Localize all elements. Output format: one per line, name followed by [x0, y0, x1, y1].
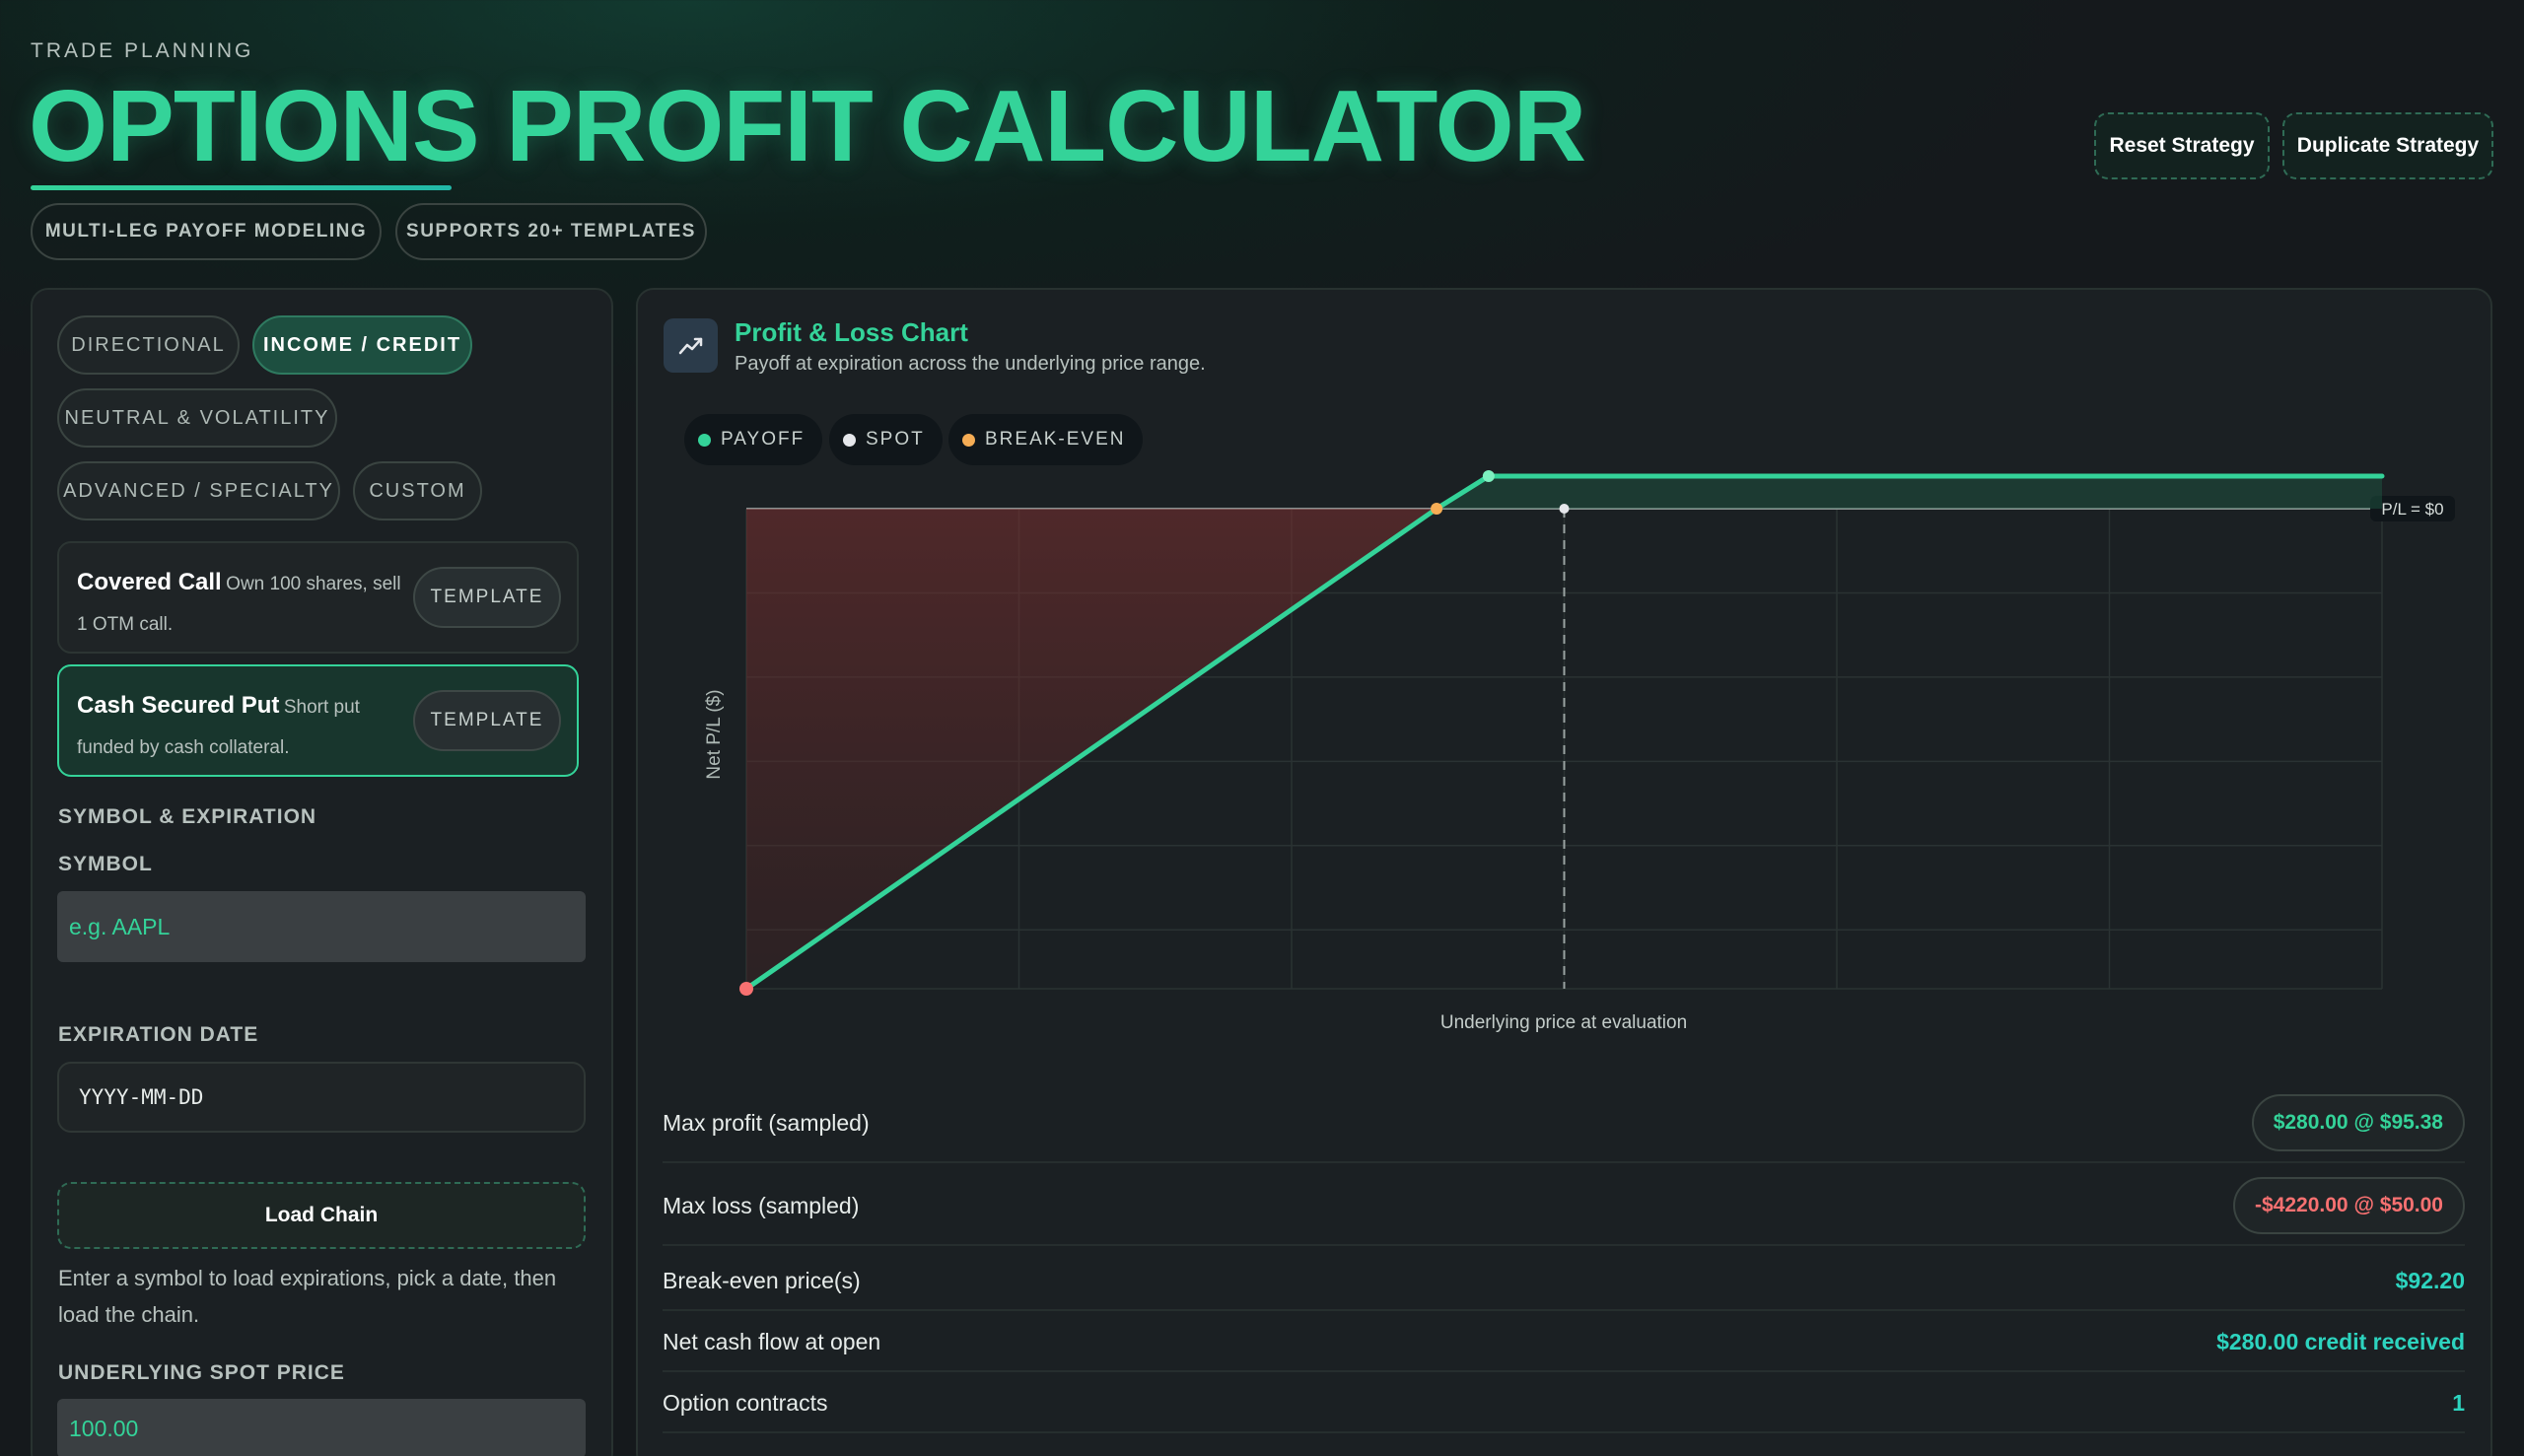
help-text: Enter a symbol to load expirations, pick… — [58, 1266, 557, 1327]
legend-label: PAYOFF — [721, 429, 806, 450]
chart-subtitle: Payoff at expiration across the underlyi… — [735, 353, 1206, 375]
stat-row-option-contracts: Option contracts 1 — [663, 1380, 2465, 1433]
expiration-date-input[interactable]: YYYY-MM-DD — [57, 1062, 586, 1133]
chart-title: Profit & Loss Chart — [735, 317, 968, 347]
feature-tag-templates: SUPPORTS 20+ TEMPLATES — [395, 203, 707, 260]
payoff-chart[interactable]: P/L = $0 Net P/L ($) Underlying price at… — [636, 463, 2492, 1055]
strategy-card-covered-call[interactable]: Covered Call Own 100 shares, sell 1 OTM … — [57, 541, 579, 654]
expiration-label: EXPIRATION DATE — [58, 1023, 259, 1046]
page-title: OPTIONS PROFIT CALCULATOR — [29, 69, 1586, 182]
x-axis-label: Underlying price at evaluation — [1440, 1012, 1687, 1033]
stat-row-max-loss: Max loss (sampled) -$4220.00 @ $50.00 — [663, 1175, 2465, 1246]
stat-row-break-even: Break-even price(s) $92.20 — [663, 1258, 2465, 1311]
zero-line-label: P/L = $0 — [2381, 500, 2443, 519]
duplicate-strategy-button[interactable]: Duplicate Strategy — [2282, 112, 2493, 179]
max-loss-badge: -$4220.00 @ $50.00 — [2233, 1177, 2465, 1234]
title-underline — [31, 185, 452, 190]
stat-label: Net cash flow at open — [663, 1329, 881, 1354]
category-directional[interactable]: DIRECTIONAL — [57, 315, 240, 375]
stat-label: Max profit (sampled) — [663, 1110, 870, 1136]
stat-row-max-profit: Max profit (sampled) $280.00 @ $95.38 — [663, 1092, 2465, 1163]
template-button[interactable]: TEMPLATE — [413, 690, 561, 751]
legend-dot-payoff — [698, 433, 711, 447]
symbol-label: SYMBOL — [58, 853, 153, 875]
legend-label: BREAK-EVEN — [985, 429, 1126, 450]
net-cash-flow-value: $280.00 credit received — [2216, 1329, 2465, 1354]
profit-area — [1437, 476, 2382, 509]
category-advanced-specialty[interactable]: ADVANCED / SPECIALTY — [57, 461, 340, 520]
stat-label: Max loss (sampled) — [663, 1193, 860, 1218]
legend-label: SPOT — [866, 429, 925, 450]
strategy-card-cash-secured-put[interactable]: Cash Secured Put Short put funded by cas… — [57, 664, 579, 777]
break-even-point — [1431, 503, 1443, 515]
legend-dot-spot — [843, 433, 856, 447]
strategy-name: Covered Call — [77, 569, 222, 595]
legend-payoff[interactable]: PAYOFF — [684, 414, 823, 465]
y-axis-label: Net P/L ($) — [704, 689, 725, 779]
stat-label: Break-even price(s) — [663, 1268, 861, 1293]
template-button[interactable]: TEMPLATE — [413, 567, 561, 628]
max-loss-point — [739, 982, 753, 996]
symbol-input[interactable]: e.g. AAPL — [57, 891, 586, 962]
zero-line-tag: P/L = $0 — [2370, 496, 2455, 521]
section-title-symbol-expiration: SYMBOL & EXPIRATION — [58, 805, 317, 828]
max-profit-point — [1482, 470, 1495, 482]
max-profit-badge: $280.00 @ $95.38 — [2251, 1094, 2465, 1151]
legend-dot-break-even — [962, 433, 975, 447]
legend-break-even[interactable]: BREAK-EVEN — [948, 414, 1144, 465]
eyebrow-label: TRADE PLANNING — [31, 39, 254, 62]
category-custom[interactable]: CUSTOM — [353, 461, 482, 520]
option-contracts-value: 1 — [2452, 1390, 2465, 1416]
stat-label: Option contracts — [663, 1390, 828, 1416]
spot-price-label: UNDERLYING SPOT PRICE — [58, 1361, 345, 1384]
legend-spot[interactable]: SPOT — [829, 414, 943, 465]
spot-point — [1559, 504, 1570, 514]
break-even-value: $92.20 — [2395, 1268, 2465, 1293]
feature-tag-multileg: MULTI-LEG PAYOFF MODELING — [31, 203, 382, 260]
spot-price-input[interactable]: 100.00 — [57, 1399, 586, 1456]
category-income-credit[interactable]: INCOME / CREDIT — [252, 315, 472, 375]
stat-row-net-cash-flow: Net cash flow at open $280.00 credit rec… — [663, 1319, 2465, 1372]
reset-strategy-button[interactable]: Reset Strategy — [2094, 112, 2270, 179]
load-chain-button[interactable]: Load Chain — [57, 1182, 586, 1249]
category-neutral-volatility[interactable]: NEUTRAL & VOLATILITY — [57, 388, 337, 448]
strategy-name: Cash Secured Put — [77, 692, 280, 719]
trend-chart-icon — [664, 318, 718, 373]
